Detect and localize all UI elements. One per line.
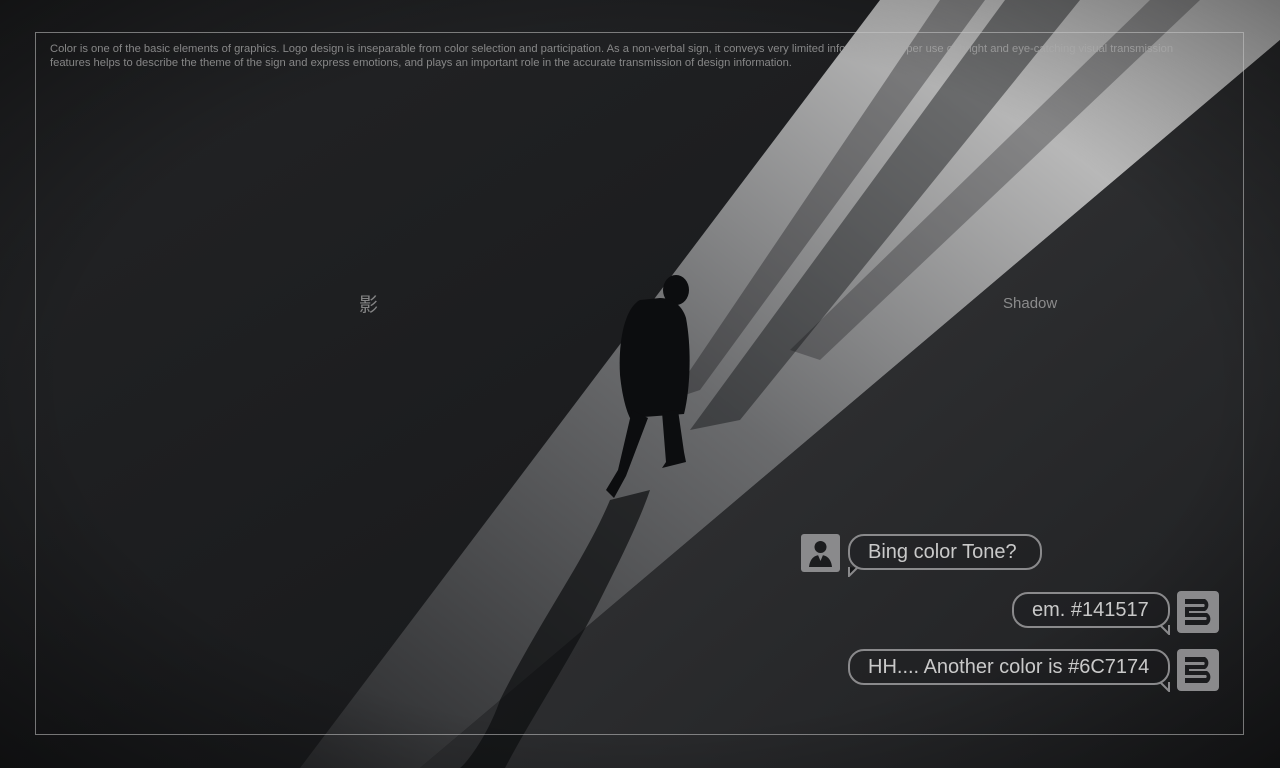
answer-1-text: em. #141517 <box>1032 598 1149 621</box>
answer-bubble-1: em. #141517 <box>1012 592 1170 635</box>
user-avatar-icon <box>801 534 840 572</box>
answer-2-text: HH.... Another color is #6C7174 <box>868 655 1150 678</box>
bubble-tail-icon <box>848 567 858 577</box>
bubble-tail-icon <box>1160 625 1170 635</box>
question-bubble: Bing color Tone? <box>848 534 1042 577</box>
shadow-label: Shadow <box>1003 295 1058 312</box>
bubble-tail-icon <box>1160 682 1170 692</box>
question-text: Bing color Tone? <box>868 540 1017 563</box>
brand-logo-icon <box>1177 649 1219 691</box>
answer-bubble-2: HH.... Another color is #6C7174 <box>848 649 1170 692</box>
brand-logo-icon <box>1177 591 1219 633</box>
chinese-label: 影 <box>359 294 379 316</box>
photo-scene: Color is one of the basic elements of gr… <box>0 0 1280 768</box>
intro-paragraph: Color is one of the basic elements of gr… <box>50 43 1174 69</box>
